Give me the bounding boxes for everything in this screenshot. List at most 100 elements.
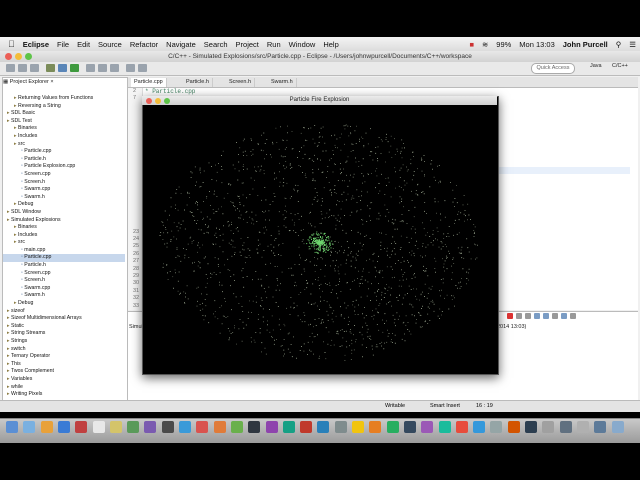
menu-run[interactable]: Run: [263, 40, 285, 49]
editor-tab-particle-cpp[interactable]: Particle.cpp: [131, 78, 167, 87]
tree-item[interactable]: ▸ Sizeof Multidimensional Arrays: [3, 315, 125, 323]
menu-source[interactable]: Source: [94, 40, 126, 49]
wifi-icon[interactable]: ≋: [478, 40, 492, 49]
battery-percent[interactable]: 99%: [492, 40, 515, 49]
tree-item[interactable]: ▫ Swarm.cpp: [3, 186, 125, 194]
tree-item[interactable]: ▸ Static: [3, 323, 125, 331]
perspective-java[interactable]: Java: [590, 63, 602, 69]
run-icon[interactable]: [70, 64, 79, 72]
tree-item[interactable]: ▸ switch: [3, 346, 125, 354]
dock-app-icon[interactable]: [282, 421, 295, 433]
dock-app-icon[interactable]: [421, 421, 434, 433]
perspective-cpp[interactable]: C/C++: [612, 63, 628, 69]
tree-item[interactable]: ▫ Screen.h: [3, 277, 125, 285]
zoom-window-icon[interactable]: [25, 53, 32, 60]
tree-item[interactable]: ▸ sizeof: [3, 308, 125, 316]
menu-file[interactable]: File: [53, 40, 73, 49]
tree-item[interactable]: ▸ Binaries: [3, 125, 125, 133]
dock-app-icon[interactable]: [213, 421, 226, 433]
minimize-window-icon[interactable]: [15, 53, 22, 60]
save-icon[interactable]: [18, 64, 27, 72]
dock-app-icon[interactable]: [369, 421, 382, 433]
tree-item[interactable]: ▸ Strings: [3, 338, 125, 346]
tree-item[interactable]: ▸ Binaries: [3, 224, 125, 232]
dock-app-icon[interactable]: [127, 421, 140, 433]
dock-app-icon[interactable]: [611, 421, 624, 433]
remove-launch-icon[interactable]: [516, 313, 522, 319]
menu-refactor[interactable]: Refactor: [126, 40, 162, 49]
dock-app-icon[interactable]: [438, 421, 451, 433]
apple-icon[interactable]: : [0, 39, 19, 49]
tree-item[interactable]: ▸ Includes: [3, 133, 125, 141]
dock-app-icon[interactable]: [507, 421, 520, 433]
tree-item[interactable]: ▫ Screen.cpp: [3, 270, 125, 278]
tree-item[interactable]: ▫ Screen.h: [3, 179, 125, 187]
dock-app-icon[interactable]: [196, 421, 209, 433]
tree-item[interactable]: ▫ Particle.cpp: [3, 148, 125, 156]
editor-tab-swarm-h[interactable]: Swarm.h: [268, 78, 297, 87]
particle-close-icon[interactable]: [146, 98, 152, 104]
search-icon[interactable]: [110, 64, 119, 72]
dock-app-icon[interactable]: [403, 421, 416, 433]
display-console-icon[interactable]: [552, 313, 558, 319]
dock-app-icon[interactable]: [57, 421, 70, 433]
editor-tab-particle-h[interactable]: Particle.h: [183, 78, 213, 87]
dock-app-icon[interactable]: [161, 421, 174, 433]
spotlight-icon[interactable]: ⚲: [612, 40, 626, 49]
tree-item[interactable]: ▸ while: [3, 384, 125, 392]
tree-item[interactable]: ▫ Particle.h: [3, 156, 125, 164]
tree-item[interactable]: ▫ Particle.h: [3, 262, 125, 270]
close-tab-icon[interactable]: ×: [50, 79, 53, 85]
tree-item[interactable]: ▸ Ternary Operator: [3, 353, 125, 361]
back-icon[interactable]: [126, 64, 135, 72]
terminate-icon[interactable]: [507, 313, 513, 319]
menu-help[interactable]: Help: [319, 40, 342, 49]
dock-app-icon[interactable]: [92, 421, 105, 433]
dock-app-icon[interactable]: [109, 421, 122, 433]
tree-item[interactable]: ▫ Swarm.h: [3, 292, 125, 300]
tree-item[interactable]: ▸ Includes: [3, 232, 125, 240]
menu-edit[interactable]: Edit: [73, 40, 94, 49]
menu-user[interactable]: John Purcell: [559, 40, 612, 49]
dock-app-icon[interactable]: [300, 421, 313, 433]
dock-app-icon[interactable]: [144, 421, 157, 433]
quick-access-input[interactable]: Quick Access: [531, 63, 575, 74]
tree-item[interactable]: ▸ Returning Values from Functions: [3, 95, 125, 103]
open-console-icon[interactable]: [561, 313, 567, 319]
dock-app-icon[interactable]: [473, 421, 486, 433]
tree-item[interactable]: ▸ Debug: [3, 300, 125, 308]
tree-item[interactable]: ▸ Writing Pixels: [3, 391, 125, 399]
dock-app-icon[interactable]: [594, 421, 607, 433]
minimize-console-icon[interactable]: [570, 313, 576, 319]
tree-item[interactable]: ▸ Twos Complement: [3, 368, 125, 376]
tree-item[interactable]: ▸ Simulated Explosions: [3, 217, 125, 225]
print-icon[interactable]: [30, 64, 39, 72]
tree-item[interactable]: ▸ SDL Basic: [3, 110, 125, 118]
editor-tab-screen-h[interactable]: Screen.h: [226, 78, 256, 87]
particle-minimize-icon[interactable]: [155, 98, 161, 104]
dock-app-icon[interactable]: [230, 421, 243, 433]
new-file-icon[interactable]: [6, 64, 15, 72]
close-window-icon[interactable]: [5, 53, 12, 60]
dock-app-icon[interactable]: [179, 421, 191, 433]
dock-app-icon[interactable]: [6, 421, 18, 433]
tree-item[interactable]: ▸ SDL Window: [3, 209, 125, 217]
dock-app-icon[interactable]: [265, 421, 278, 433]
notification-center-icon[interactable]: ☰: [625, 40, 640, 49]
dock-app-icon[interactable]: [334, 421, 347, 433]
dock-app-icon[interactable]: [525, 421, 537, 433]
project-explorer-tab[interactable]: ▦ Project Explorer ×: [3, 78, 123, 87]
tree-item[interactable]: ▸ src: [3, 239, 125, 247]
dock-app-icon[interactable]: [317, 421, 330, 433]
dock-app-icon[interactable]: [352, 421, 364, 433]
tree-item[interactable]: ▫ Swarm.h: [3, 194, 125, 202]
tree-item[interactable]: ▸ Reversing a String: [3, 103, 125, 111]
forward-icon[interactable]: [138, 64, 147, 72]
recording-icon[interactable]: ■: [465, 40, 478, 49]
dock-app-icon[interactable]: [75, 421, 88, 433]
pin-console-icon[interactable]: [543, 313, 549, 319]
open-type-icon[interactable]: [98, 64, 107, 72]
dock-app-icon[interactable]: [542, 421, 555, 433]
menu-window[interactable]: Window: [285, 40, 320, 49]
tree-item[interactable]: ▸ This: [3, 361, 125, 369]
